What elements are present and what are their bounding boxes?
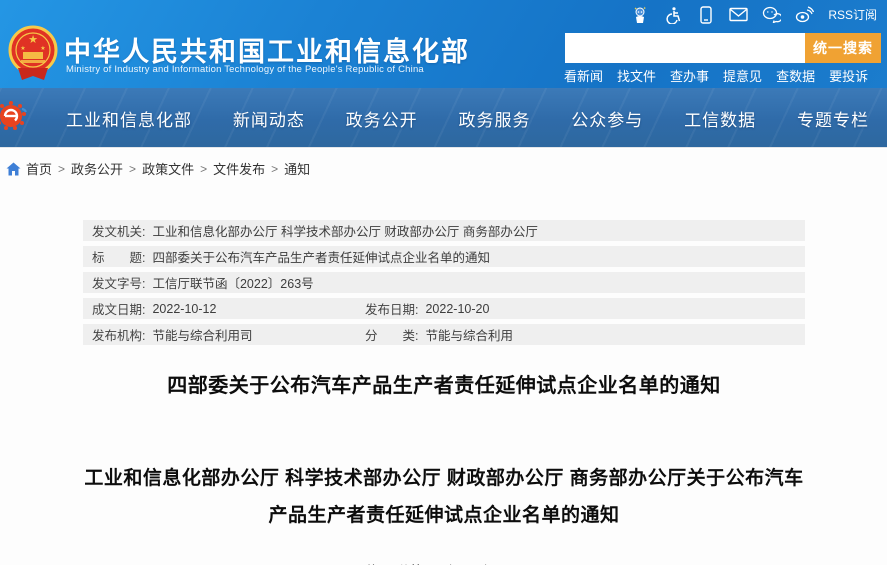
- quick-link-news[interactable]: 看新闻: [564, 66, 603, 85]
- breadcrumb-separator: >: [129, 162, 136, 176]
- nav-items: 工业和信息化部 新闻动态 政务公开 政务服务 公众参与 工信数据 专题专栏: [60, 88, 875, 148]
- meta-row-title: 标 题: 四部委关于公布汽车产品生产者责任延伸试点企业名单的通知: [83, 246, 805, 267]
- nav-item-special-topics[interactable]: 专题专栏: [791, 106, 875, 131]
- home-icon[interactable]: [6, 162, 21, 176]
- meta-value: 节能与综合利用: [425, 325, 513, 344]
- article-document-number: 工信厅联节函（2022）263号: [83, 561, 805, 565]
- breadcrumb-home[interactable]: 首页: [26, 159, 52, 178]
- meta-row-dates: 成文日期: 2022-10-12 发布日期: 2022-10-20: [83, 298, 805, 319]
- svg-text:★: ★: [28, 34, 38, 46]
- content-area: 首页 > 政务公开 > 政策文件 > 文件发布 > 通知 发文机关: 工业和信息…: [0, 149, 887, 565]
- meta-value: 2022-10-20: [425, 302, 489, 316]
- meta-label: 发文机关:: [92, 221, 145, 240]
- meta-label: 发布日期:: [365, 299, 418, 318]
- header-utility-icons: ✦ ✦: [630, 5, 877, 24]
- document-meta-table: 发文机关: 工业和信息化部办公厅 科学技术部办公厅 财政部办公厅 商务部办公厅 …: [83, 220, 805, 350]
- meta-label: 发布机构:: [92, 325, 145, 344]
- breadcrumb-separator: >: [58, 162, 65, 176]
- svg-text:★: ★: [20, 45, 25, 52]
- quick-link-services[interactable]: 查办事: [670, 66, 709, 85]
- meta-row-publisher-category: 发布机构: 节能与综合利用司 分 类: 节能与综合利用: [83, 324, 805, 345]
- search-input[interactable]: [565, 33, 805, 63]
- quick-link-data[interactable]: 查数据: [776, 66, 815, 85]
- nav-item-miit-data[interactable]: 工信数据: [678, 106, 762, 131]
- meta-value: 工信厅联节函〔2022〕263号: [152, 273, 313, 292]
- weibo-icon[interactable]: [795, 5, 814, 24]
- robot-mascot-icon[interactable]: ✦ ✦: [630, 5, 649, 24]
- article-body: 四部委关于公布汽车产品生产者责任延伸试点企业名单的通知 工业和信息化部办公厅 科…: [83, 369, 805, 565]
- nav-item-miit[interactable]: 工业和信息化部: [60, 106, 198, 131]
- nav-item-public-participation[interactable]: 公众参与: [565, 106, 649, 131]
- meta-value: 四部委关于公布汽车产品生产者责任延伸试点企业名单的通知: [152, 247, 490, 266]
- meta-col2: 分 类: 节能与综合利用: [365, 325, 513, 344]
- breadcrumb-notice[interactable]: 通知: [284, 159, 310, 178]
- meta-label: 分 类:: [365, 325, 418, 344]
- accessibility-icon[interactable]: [663, 5, 682, 24]
- national-emblem-logo: ★ ★ ★: [8, 24, 58, 82]
- breadcrumb-separator: >: [271, 162, 278, 176]
- breadcrumb-gov-openness[interactable]: 政务公开: [71, 159, 123, 178]
- mail-icon[interactable]: [729, 5, 748, 24]
- svg-text:✦: ✦: [643, 6, 647, 11]
- meta-label: 成文日期:: [92, 299, 145, 318]
- unified-search-button[interactable]: 统一搜索: [805, 33, 881, 63]
- quick-link-complaints[interactable]: 要投诉: [829, 66, 868, 85]
- meta-value: 工业和信息化部办公厅 科学技术部办公厅 财政部办公厅 商务部办公厅: [152, 221, 537, 240]
- breadcrumb: 首页 > 政务公开 > 政策文件 > 文件发布 > 通知: [6, 159, 310, 178]
- meta-row-document-number: 发文字号: 工信厅联节函〔2022〕263号: [83, 272, 805, 293]
- mobile-icon[interactable]: [696, 5, 715, 24]
- meta-row-issuing-agency: 发文机关: 工业和信息化部办公厅 科学技术部办公厅 财政部办公厅 商务部办公厅: [83, 220, 805, 241]
- meta-col2: 发布日期: 2022-10-20: [365, 299, 489, 318]
- wechat-icon[interactable]: [762, 5, 781, 24]
- search-bar: 统一搜索: [565, 33, 881, 63]
- quick-link-documents[interactable]: 找文件: [617, 66, 656, 85]
- breadcrumb-document-release[interactable]: 文件发布: [213, 159, 265, 178]
- quick-link-suggestions[interactable]: 提意见: [723, 66, 762, 85]
- meta-label: 发文字号:: [92, 273, 145, 292]
- svg-text:★: ★: [40, 45, 45, 52]
- nav-item-gov-services[interactable]: 政务服务: [452, 106, 536, 131]
- article-title: 四部委关于公布汽车产品生产者责任延伸试点企业名单的通知: [83, 369, 805, 398]
- nav-item-news[interactable]: 新闻动态: [227, 106, 311, 131]
- meta-label: 标 题:: [92, 247, 145, 266]
- search-quick-links: 看新闻 找文件 查办事 提意见 查数据 要投诉: [564, 66, 868, 85]
- breadcrumb-separator: >: [200, 162, 207, 176]
- site-subtitle-english: Ministry of Industry and Information Tec…: [66, 64, 424, 75]
- rss-subscribe-link[interactable]: RSS订阅: [828, 6, 877, 23]
- meta-value: 2022-10-12: [152, 302, 216, 316]
- article-subtitle: 工业和信息化部办公厅 科学技术部办公厅 财政部办公厅 商务部办公厅关于公布汽车产…: [83, 460, 805, 534]
- meta-value: 节能与综合利用司: [152, 325, 252, 344]
- miit-gear-logo-icon: [0, 97, 32, 135]
- nav-item-gov-openness[interactable]: 政务公开: [340, 106, 424, 131]
- site-header: ★ ★ ★ 中华人民共和国工业和信息化部 Ministry of Industr…: [0, 0, 887, 88]
- breadcrumb-policy-documents[interactable]: 政策文件: [142, 159, 194, 178]
- main-navbar: 工业和信息化部 新闻动态 政务公开 政务服务 公众参与 工信数据 专题专栏: [0, 88, 887, 148]
